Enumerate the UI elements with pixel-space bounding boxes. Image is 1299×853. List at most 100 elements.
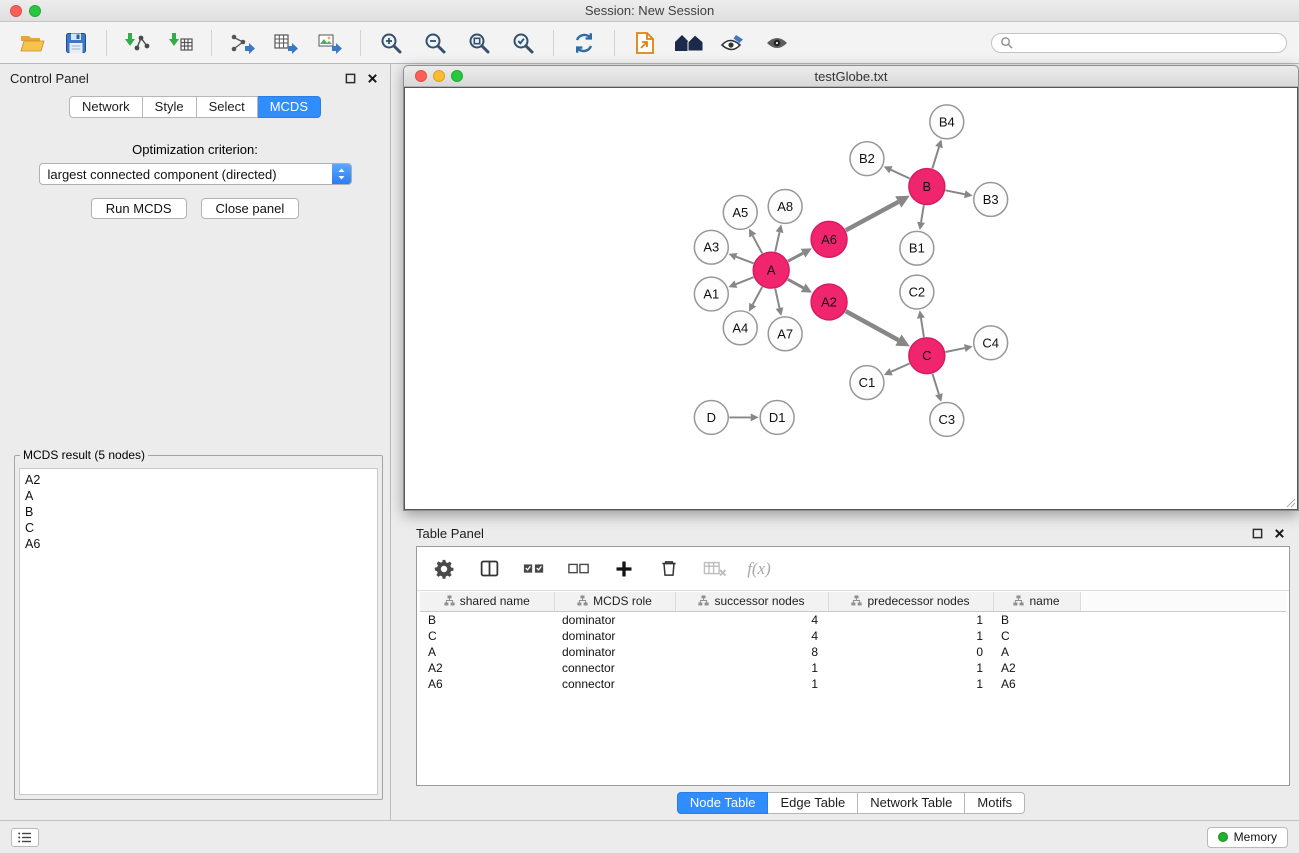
zoom-out-button[interactable] bbox=[413, 26, 457, 60]
graph-edge-C-C3[interactable] bbox=[932, 374, 938, 394]
graph-edge-C-C1[interactable] bbox=[891, 363, 909, 371]
table-cell[interactable]: A bbox=[993, 644, 1080, 660]
table-cell[interactable]: dominator bbox=[554, 644, 675, 660]
open-network-file-button[interactable] bbox=[623, 26, 667, 60]
select-all-columns-button[interactable] bbox=[519, 554, 549, 584]
network-overview-button[interactable] bbox=[667, 26, 711, 60]
table-cell[interactable]: A6 bbox=[420, 676, 554, 692]
zoom-in-button[interactable] bbox=[369, 26, 413, 60]
graph-edge-C-C4[interactable] bbox=[945, 348, 964, 352]
graph-edge-A2-C[interactable] bbox=[846, 311, 899, 340]
resize-grip-icon[interactable] bbox=[1284, 496, 1296, 508]
table-row[interactable]: Cdominator41C bbox=[420, 628, 1286, 644]
graph-edge-A-A1[interactable] bbox=[736, 277, 754, 284]
table-row[interactable]: Bdominator41B bbox=[420, 611, 1286, 628]
function-builder-button[interactable]: f(x) bbox=[744, 554, 774, 584]
mcds-result-item[interactable]: A2 bbox=[25, 472, 372, 488]
graph-edge-C-C2[interactable] bbox=[921, 318, 924, 337]
export-image-button[interactable] bbox=[308, 26, 352, 60]
zoom-selected-button[interactable] bbox=[501, 26, 545, 60]
table-row[interactable]: A6connector11A6 bbox=[420, 676, 1286, 692]
open-session-button[interactable] bbox=[10, 26, 54, 60]
run-mcds-button[interactable]: Run MCDS bbox=[91, 198, 187, 219]
close-panel-button[interactable]: Close panel bbox=[201, 198, 300, 219]
graph-edge-A-A6[interactable] bbox=[788, 253, 803, 261]
column-header-successor-nodes[interactable]: successor nodes bbox=[675, 592, 828, 611]
column-browser-button[interactable] bbox=[474, 554, 504, 584]
zoom-fit-button[interactable] bbox=[457, 26, 501, 60]
column-header-shared-name[interactable]: shared name bbox=[420, 592, 554, 611]
table-cell[interactable]: 1 bbox=[828, 628, 993, 644]
graph-edge-A-A5[interactable] bbox=[753, 236, 763, 254]
tab-motifs[interactable]: Motifs bbox=[965, 792, 1025, 814]
import-table-button[interactable] bbox=[159, 26, 203, 60]
search-input[interactable] bbox=[1018, 36, 1278, 50]
graph-edge-B-B3[interactable] bbox=[945, 190, 964, 194]
table-cell[interactable]: 1 bbox=[675, 660, 828, 676]
delete-table-button[interactable] bbox=[699, 554, 729, 584]
table-cell[interactable]: 8 bbox=[675, 644, 828, 660]
table-cell[interactable]: C bbox=[993, 628, 1080, 644]
table-cell[interactable]: 0 bbox=[828, 644, 993, 660]
table-cell[interactable]: 1 bbox=[828, 611, 993, 628]
column-header-MCDS-role[interactable]: MCDS role bbox=[554, 592, 675, 611]
table-cell[interactable]: B bbox=[993, 611, 1080, 628]
table-cell[interactable]: 1 bbox=[828, 660, 993, 676]
tab-style[interactable]: Style bbox=[143, 96, 197, 118]
create-column-button[interactable] bbox=[609, 554, 639, 584]
mcds-result-item[interactable]: C bbox=[25, 520, 372, 536]
column-header-name[interactable]: name bbox=[993, 592, 1080, 611]
graph-edge-A-A8[interactable] bbox=[775, 232, 779, 251]
float-table-panel-icon[interactable] bbox=[1250, 526, 1265, 541]
table-row[interactable]: Adominator80A bbox=[420, 644, 1286, 660]
tab-network-table[interactable]: Network Table bbox=[858, 792, 965, 814]
mcds-result-item[interactable]: B bbox=[25, 504, 372, 520]
graph-edge-A-A3[interactable] bbox=[736, 257, 753, 264]
tab-select[interactable]: Select bbox=[197, 96, 258, 118]
network-window-titlebar[interactable]: testGlobe.txt bbox=[404, 66, 1298, 87]
tab-node-table[interactable]: Node Table bbox=[677, 792, 769, 814]
import-network-button[interactable] bbox=[115, 26, 159, 60]
table-cell[interactable]: 4 bbox=[675, 628, 828, 644]
table-cell[interactable]: A bbox=[420, 644, 554, 660]
table-cell[interactable]: 4 bbox=[675, 611, 828, 628]
search-box[interactable] bbox=[991, 33, 1287, 53]
table-row[interactable]: A2connector11A2 bbox=[420, 660, 1286, 676]
table-cell[interactable]: 1 bbox=[675, 676, 828, 692]
save-session-button[interactable] bbox=[54, 26, 98, 60]
mcds-result-item[interactable]: A bbox=[25, 488, 372, 504]
refresh-layout-button[interactable] bbox=[562, 26, 606, 60]
show-graphics-details-button[interactable] bbox=[755, 26, 799, 60]
table-cell[interactable]: A6 bbox=[993, 676, 1080, 692]
annotation-mode-button[interactable] bbox=[711, 26, 755, 60]
graph-edge-A-A7[interactable] bbox=[775, 289, 779, 308]
graph-edge-B-B1[interactable] bbox=[921, 205, 924, 222]
table-cell[interactable]: connector bbox=[554, 676, 675, 692]
mcds-result-list[interactable]: A2ABCA6 bbox=[19, 468, 378, 795]
table-cell[interactable]: 1 bbox=[828, 676, 993, 692]
table-cell[interactable]: A2 bbox=[993, 660, 1080, 676]
memory-button[interactable]: Memory bbox=[1207, 827, 1288, 848]
close-panel-icon[interactable] bbox=[365, 71, 380, 86]
network-canvas[interactable]: B4B2BB3A5A8A6B1A3AC2A1A2A4A7C1CC4C3DD1 bbox=[404, 87, 1298, 510]
graph-edge-B-B4[interactable] bbox=[932, 147, 939, 168]
graph-edge-A-A4[interactable] bbox=[753, 287, 763, 305]
tab-mcds[interactable]: MCDS bbox=[258, 96, 321, 118]
tab-network[interactable]: Network bbox=[69, 96, 143, 118]
float-panel-icon[interactable] bbox=[343, 71, 358, 86]
column-header-predecessor-nodes[interactable]: predecessor nodes bbox=[828, 592, 993, 611]
table-cell[interactable]: dominator bbox=[554, 628, 675, 644]
export-table-button[interactable] bbox=[264, 26, 308, 60]
node-table-scroll-area[interactable]: shared nameMCDS rolesuccessor nodesprede… bbox=[420, 592, 1286, 782]
mcds-result-item[interactable]: A6 bbox=[25, 536, 372, 552]
network-graph[interactable]: B4B2BB3A5A8A6B1A3AC2A1A2A4A7C1CC4C3DD1 bbox=[405, 88, 1297, 509]
export-network-button[interactable] bbox=[220, 26, 264, 60]
graph-edge-A6-B[interactable] bbox=[846, 202, 899, 230]
table-cell[interactable]: connector bbox=[554, 660, 675, 676]
deselect-all-columns-button[interactable] bbox=[564, 554, 594, 584]
table-cell[interactable]: A2 bbox=[420, 660, 554, 676]
table-cell[interactable]: dominator bbox=[554, 611, 675, 628]
criterion-dropdown[interactable]: largest connected component (directed) bbox=[39, 163, 352, 185]
table-cell[interactable]: C bbox=[420, 628, 554, 644]
graph-edge-A-A2[interactable] bbox=[788, 279, 803, 288]
